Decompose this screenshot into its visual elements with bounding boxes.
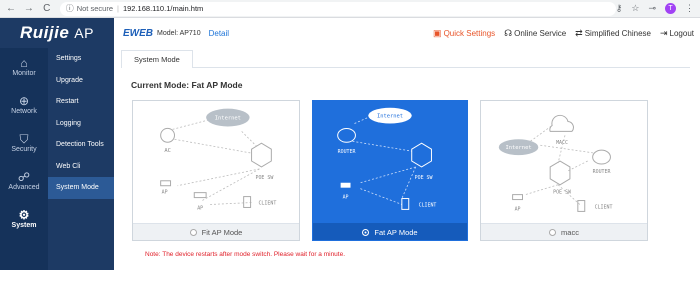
forward-icon[interactable]: →	[22, 2, 36, 16]
quick-settings-label: Quick Settings	[443, 28, 496, 38]
rail-item-advanced[interactable]: ☍ Advanced	[0, 162, 48, 200]
menu-item-web-cli[interactable]: Web Cli	[48, 156, 114, 178]
rail-label: Network	[11, 108, 37, 115]
home-icon: ⌂	[20, 56, 28, 70]
mode-cards: Internet AC POE SW AP AP CLIENT Fit AP M…	[132, 100, 688, 290]
mode-switch-note: Note: The device restarts after mode swi…	[145, 251, 346, 258]
tab-bar: System Mode	[121, 48, 690, 68]
router-label: ROUTER	[593, 169, 611, 175]
rail-label: Monitor	[12, 70, 36, 77]
menu-item-detection-tools[interactable]: Detection Tools	[48, 134, 114, 156]
router-label: ROUTER	[338, 149, 356, 155]
mode-option-fat-ap[interactable]: Fat AP Mode	[313, 223, 467, 240]
browser-toolbar: ← → C ⓘ Not secure | 192.168.110.1/main.…	[0, 0, 700, 18]
not-secure-label: Not secure	[76, 4, 113, 13]
poe-sw-label: POE SW	[553, 190, 571, 196]
reload-icon[interactable]: C	[40, 2, 54, 16]
globe-icon: ⊕	[18, 94, 30, 108]
client-label: CLIENT	[258, 201, 276, 207]
mode-card-macc[interactable]: MACC Internet ROUTER POE SW AP CLIENT ma…	[480, 100, 648, 241]
ap-label: AP	[343, 195, 349, 201]
separator: |	[117, 4, 119, 13]
rail-item-system[interactable]: ⚙ System	[0, 200, 48, 238]
translate-icon: ⇄	[575, 27, 583, 38]
logout-label: Logout	[669, 28, 694, 38]
main-content: System Mode Current Mode: Fat AP Mode In…	[114, 48, 700, 270]
internet-label: Internet	[505, 145, 531, 151]
menu-item-restart[interactable]: Restart	[48, 91, 114, 113]
radio-fit-ap[interactable]	[189, 228, 197, 236]
model-label: Model: AP710	[157, 29, 201, 37]
language-switch[interactable]: ⇄ Simplified Chinese	[575, 28, 651, 39]
detail-link[interactable]: Detail	[209, 29, 229, 38]
mode-label: Fit AP Mode	[201, 227, 243, 237]
poe-sw-label: POE SW	[415, 175, 433, 181]
current-mode-label: Current Mode: Fat AP Mode	[131, 80, 243, 90]
rail-item-network[interactable]: ⊕ Network	[0, 86, 48, 124]
rail-label: Security	[11, 146, 37, 153]
brand-suffix: AP	[74, 25, 94, 41]
internet-label: Internet	[215, 116, 241, 122]
brand-name: Ruijie	[20, 23, 70, 42]
quick-settings-icon: ▣	[433, 27, 442, 38]
app-header: Ruijie AP EWEB Model: AP710 Detail ▣ Quic…	[0, 18, 700, 48]
ap-label: AP	[197, 205, 203, 211]
eweb-logo: EWEB	[123, 27, 153, 39]
tab-system-mode[interactable]: System Mode	[121, 50, 193, 68]
internet-label: Internet	[377, 114, 403, 120]
address-bar[interactable]: ⓘ Not secure | 192.168.110.1/main.htm	[59, 1, 616, 16]
ap-label: AP	[162, 190, 168, 196]
nav-rail: ⌂ Monitor ⊕ Network ⛉ Security ☍ Advance…	[0, 48, 48, 270]
menu-item-system-mode[interactable]: System Mode	[48, 177, 114, 199]
info-icon[interactable]: ⓘ	[66, 3, 74, 14]
eweb-area: EWEB Model: AP710 Detail	[123, 28, 229, 39]
menu-icon[interactable]: ⋮	[685, 3, 694, 14]
extension-icon[interactable]: ⊸	[648, 3, 656, 14]
logout-link[interactable]: ⇥ Logout	[660, 28, 694, 39]
logout-icon: ⇥	[659, 27, 668, 38]
headset-icon: ☊	[504, 27, 513, 38]
brand-logo: Ruijie AP	[0, 18, 114, 48]
submenu: Settings Upgrade Restart Logging Detecti…	[48, 48, 114, 270]
users-icon: ☍	[17, 170, 31, 184]
radio-fat-ap[interactable]	[362, 228, 370, 236]
language-label: Simplified Chinese	[584, 28, 651, 38]
menu-item-settings[interactable]: Settings	[48, 48, 114, 70]
online-service-label: Online Service	[514, 28, 567, 38]
radio-macc[interactable]	[549, 228, 557, 236]
macc-label: MACC	[556, 140, 568, 146]
poe-sw-label: POE SW	[255, 175, 273, 181]
online-service-link[interactable]: ☊ Online Service	[504, 28, 566, 39]
mode-card-fat-ap[interactable]: Internet ROUTER POE SW AP CLIENT Fat AP …	[312, 100, 468, 241]
ap-label: AP	[515, 206, 521, 212]
mode-option-fit-ap[interactable]: Fit AP Mode	[133, 223, 299, 240]
url-text: 192.168.110.1/main.htm	[122, 4, 204, 13]
rail-item-monitor[interactable]: ⌂ Monitor	[0, 48, 48, 86]
menu-item-upgrade[interactable]: Upgrade	[48, 70, 114, 92]
back-icon[interactable]: ←	[4, 2, 18, 16]
client-label: CLIENT	[595, 204, 613, 210]
client-label: CLIENT	[419, 202, 437, 208]
mode-card-fit-ap[interactable]: Internet AC POE SW AP AP CLIENT Fit AP M…	[132, 100, 300, 241]
ac-label: AC	[164, 148, 171, 154]
fit-ap-diagram: Internet AC POE SW AP AP CLIENT	[160, 108, 276, 211]
key-icon[interactable]: ⚷	[616, 3, 623, 14]
mode-label: macc	[561, 227, 579, 237]
profile-avatar[interactable]: T	[665, 3, 677, 14]
menu-item-logging[interactable]: Logging	[48, 113, 114, 135]
mode-option-macc[interactable]: macc	[481, 223, 647, 240]
star-icon[interactable]: ☆	[631, 3, 639, 14]
mode-label: Fat AP Mode	[374, 227, 418, 237]
fat-ap-diagram: Internet ROUTER POE SW AP CLIENT	[337, 107, 437, 210]
rail-item-security[interactable]: ⛉ Security	[0, 124, 48, 162]
macc-diagram: MACC Internet ROUTER POE SW AP CLIENT	[498, 114, 613, 212]
sidebar: ⌂ Monitor ⊕ Network ⛉ Security ☍ Advance…	[0, 48, 114, 270]
quick-settings-link[interactable]: ▣ Quick Settings	[433, 28, 495, 39]
rail-label: Advanced	[8, 184, 40, 191]
shield-icon: ⛉	[19, 132, 29, 146]
gear-icon: ⚙	[18, 208, 30, 222]
rail-label: System	[11, 222, 37, 229]
